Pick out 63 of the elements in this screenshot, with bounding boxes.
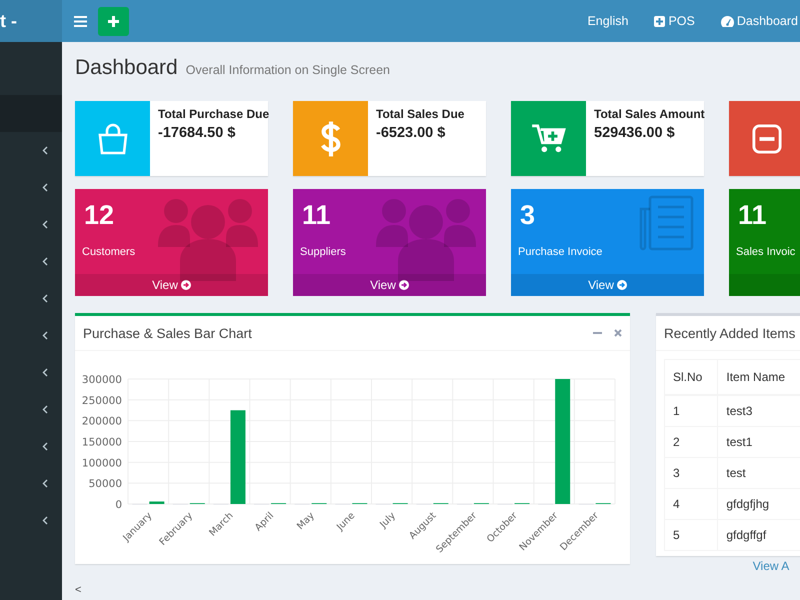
page-title: Dashboard — [75, 56, 178, 80]
stat-label: Customers — [82, 246, 136, 258]
sidebar-item[interactable] — [0, 95, 62, 132]
menu-icon[interactable] — [74, 16, 87, 26]
info-card-label: Total Sales Amount — [594, 107, 705, 121]
collapse-toggle[interactable]: < — [75, 584, 82, 596]
minimize-icon[interactable] — [593, 332, 602, 334]
y-axis-label: 100000 — [82, 457, 122, 470]
info-card-value: -6523.00 $ — [376, 125, 446, 141]
table-cell: test — [718, 458, 800, 488]
stat-count: 11 — [738, 200, 767, 231]
cart-icon — [532, 124, 566, 154]
arrow-circle-icon — [180, 280, 191, 290]
y-axis-label: 200000 — [82, 416, 122, 428]
add-button[interactable] — [98, 6, 129, 36]
column-header: Sl.No — [664, 360, 718, 395]
stat-count: 3 — [520, 200, 536, 231]
nav-link[interactable]: English — [574, 14, 642, 28]
view-link[interactable]: View — [588, 278, 627, 292]
gauge-icon — [720, 16, 734, 26]
stat-label: Suppliers — [300, 246, 346, 258]
y-axis-label: 300000 — [82, 374, 122, 386]
stat-label: Sales Invoic — [736, 246, 796, 258]
table-cell: test1 — [718, 426, 800, 458]
nav-link[interactable]: POS — [641, 14, 708, 28]
info-card-label: Total Purchase Due — [158, 107, 270, 121]
stat-count: 11 — [302, 200, 331, 231]
info-card-value: -17684.50 $ — [158, 125, 236, 141]
stat-count: 12 — [84, 200, 114, 231]
view-link[interactable]: View — [370, 278, 409, 292]
shopping-bag-icon — [96, 122, 130, 156]
dollar-icon — [320, 120, 342, 158]
table-cell: 1 — [664, 395, 718, 426]
table-cell: 2 — [664, 426, 718, 458]
panel-title: Recently Added Items — [664, 326, 796, 340]
table-cell: 5 — [664, 520, 718, 550]
arrow-circle-icon — [398, 280, 409, 290]
y-axis-label: 150000 — [82, 436, 122, 448]
chart-bar — [149, 502, 164, 504]
stat-label: Purchase Invoice — [518, 246, 602, 258]
nav-link[interactable]: Dashboard — [708, 14, 800, 28]
table-cell: gfdgffgf — [718, 520, 800, 550]
table-cell: gfdgfjhg — [718, 488, 800, 520]
panel-title: Purchase & Sales Bar Chart — [83, 326, 252, 340]
arrow-circle-icon — [616, 280, 627, 290]
info-card-value: 529436.00 $ — [594, 125, 676, 141]
brand-logo[interactable]: t - — [0, 0, 62, 42]
minus-square-icon — [752, 124, 782, 154]
view-link[interactable]: View — [152, 278, 191, 292]
document-icon — [638, 195, 694, 251]
plus-square-icon — [654, 16, 666, 26]
y-axis-label: 250000 — [82, 394, 122, 407]
column-header: Item Name — [718, 360, 800, 395]
view-all-link[interactable]: View A — [656, 559, 800, 573]
page-subtitle: Overall Information on Single Screen — [186, 63, 390, 77]
info-card-label: Total Sales Due — [376, 107, 464, 121]
plus-icon — [108, 16, 119, 26]
table-cell: test3 — [718, 395, 800, 426]
table-cell: 4 — [664, 488, 718, 520]
close-icon[interactable] — [614, 329, 622, 337]
y-axis-label: 50000 — [88, 478, 122, 490]
y-axis-label: 0 — [115, 499, 122, 511]
table-cell: 3 — [664, 458, 718, 488]
